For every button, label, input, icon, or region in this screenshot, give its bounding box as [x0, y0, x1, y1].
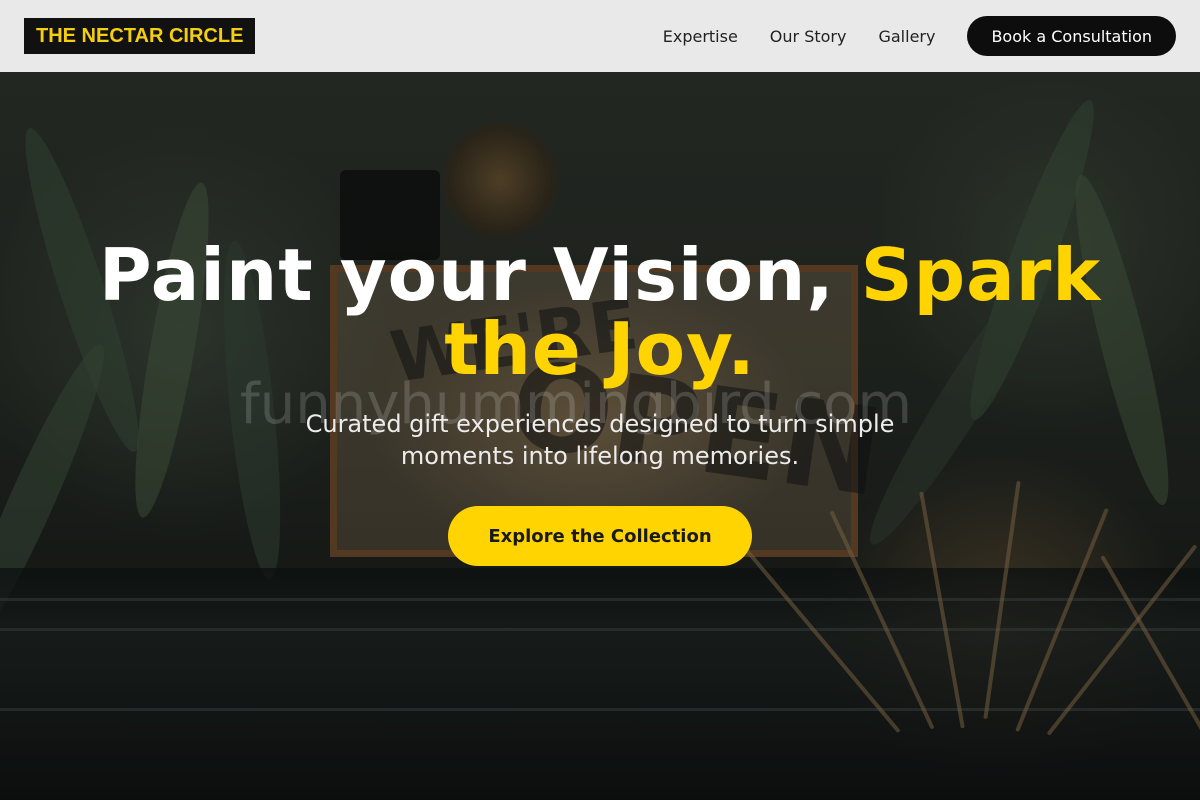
- site-header: THE NECTAR CIRCLE Expertise Our Story Ga…: [0, 0, 1200, 72]
- nav-link-our-story[interactable]: Our Story: [770, 27, 847, 46]
- brand-logo[interactable]: THE NECTAR CIRCLE: [24, 18, 256, 54]
- nav-link-expertise[interactable]: Expertise: [663, 27, 738, 46]
- book-consultation-button[interactable]: Book a Consultation: [967, 16, 1176, 56]
- hero-headline: Paint your Vision, Spark the Joy.: [20, 238, 1180, 386]
- main-nav: Expertise Our Story Gallery Book a Consu…: [663, 16, 1176, 56]
- nav-link-gallery[interactable]: Gallery: [878, 27, 935, 46]
- explore-collection-button[interactable]: Explore the Collection: [448, 506, 752, 566]
- hero-section: Paint your Vision, Spark the Joy. Curate…: [0, 238, 1200, 566]
- headline-text: Paint your Vision,: [98, 233, 861, 317]
- hero-subtitle: Curated gift experiences designed to tur…: [305, 410, 895, 470]
- page: WE'RE OPEN funnyhummingbird.com THE NECT…: [0, 0, 1200, 800]
